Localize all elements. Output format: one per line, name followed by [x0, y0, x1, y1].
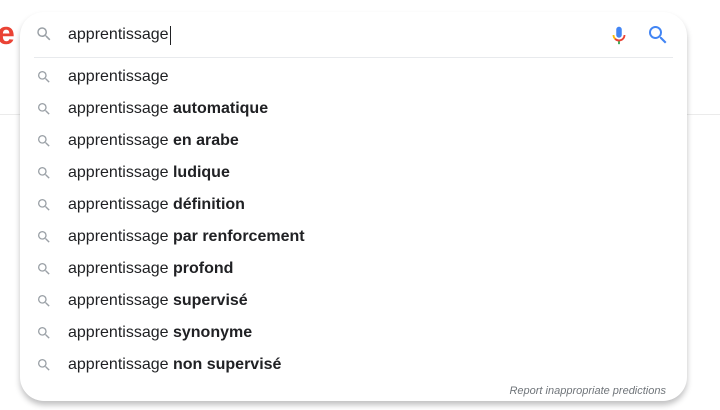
suggestion-item[interactable]: apprentissage profond — [20, 253, 687, 285]
suggestion-item[interactable]: apprentissage automatique — [20, 93, 687, 125]
search-query-text: apprentissage — [68, 26, 169, 43]
suggestion-completion: non supervisé — [172, 356, 282, 373]
text-caret — [169, 25, 171, 45]
suggestion-completion: par renforcement — [172, 228, 305, 245]
search-icon — [37, 27, 51, 41]
search-icon — [38, 327, 50, 339]
dropdown-separator — [34, 57, 673, 58]
suggestion-text: apprentissage non supervisé — [68, 349, 281, 381]
suggestion-text: apprentissage synonyme — [68, 317, 252, 349]
suggestion-prefix: apprentissage — [68, 260, 169, 277]
search-icon — [38, 167, 50, 179]
suggestion-item[interactable]: apprentissage supervisé — [20, 285, 687, 317]
suggestion-completion: synonyme — [172, 324, 253, 341]
suggestion-text: apprentissage automatique — [68, 93, 268, 125]
suggestion-list: apprentissage apprentissage automatique … — [20, 61, 687, 381]
logo-fragment: e — [0, 15, 15, 51]
suggestion-text: apprentissage par renforcement — [68, 221, 305, 253]
suggestion-prefix: apprentissage — [68, 164, 169, 181]
search-icon — [38, 263, 50, 275]
search-icon — [38, 231, 50, 243]
search-icon — [38, 71, 50, 83]
suggestion-prefix: apprentissage — [68, 68, 169, 85]
search-input[interactable]: apprentissage — [68, 25, 171, 45]
suggestion-item[interactable]: apprentissage synonyme — [20, 317, 687, 349]
search-bar: apprentissage — [20, 12, 687, 58]
suggestion-completion: supervisé — [172, 292, 248, 309]
suggestion-completion: automatique — [172, 100, 269, 117]
suggestion-prefix: apprentissage — [68, 324, 169, 341]
suggestion-prefix: apprentissage — [68, 100, 169, 117]
report-predictions-link[interactable]: Report inappropriate predictions — [509, 385, 666, 397]
suggestion-item[interactable]: apprentissage en arabe — [20, 125, 687, 157]
suggestion-item[interactable]: apprentissage par renforcement — [20, 221, 687, 253]
search-icon — [38, 295, 50, 307]
suggestion-prefix: apprentissage — [68, 228, 169, 245]
search-submit-icon[interactable] — [646, 23, 670, 47]
search-suggestions-dropdown: apprentissage apprentissage apprentissag… — [20, 12, 687, 401]
suggestion-text: apprentissage — [68, 61, 169, 93]
suggestion-prefix: apprentissage — [68, 132, 169, 149]
suggestion-prefix: apprentissage — [68, 356, 169, 373]
mic-icon[interactable] — [608, 23, 630, 47]
search-icon — [38, 199, 50, 211]
suggestion-item[interactable]: apprentissage — [20, 61, 687, 93]
search-icon — [38, 103, 50, 115]
suggestion-item[interactable]: apprentissage ludique — [20, 157, 687, 189]
suggestion-item[interactable]: apprentissage non supervisé — [20, 349, 687, 381]
search-icon — [38, 359, 50, 371]
suggestion-text: apprentissage supervisé — [68, 285, 248, 317]
suggestion-text: apprentissage en arabe — [68, 125, 239, 157]
suggestion-completion: profond — [172, 260, 234, 277]
suggestion-item[interactable]: apprentissage définition — [20, 189, 687, 221]
suggestion-completion: ludique — [172, 164, 230, 181]
suggestion-text: apprentissage définition — [68, 189, 245, 221]
suggestion-completion: en arabe — [172, 132, 239, 149]
suggestion-text: apprentissage profond — [68, 253, 233, 285]
suggestion-completion: définition — [172, 196, 245, 213]
suggestion-text: apprentissage ludique — [68, 157, 230, 189]
suggestion-prefix: apprentissage — [68, 292, 169, 309]
suggestion-prefix: apprentissage — [68, 196, 169, 213]
search-icon — [38, 135, 50, 147]
